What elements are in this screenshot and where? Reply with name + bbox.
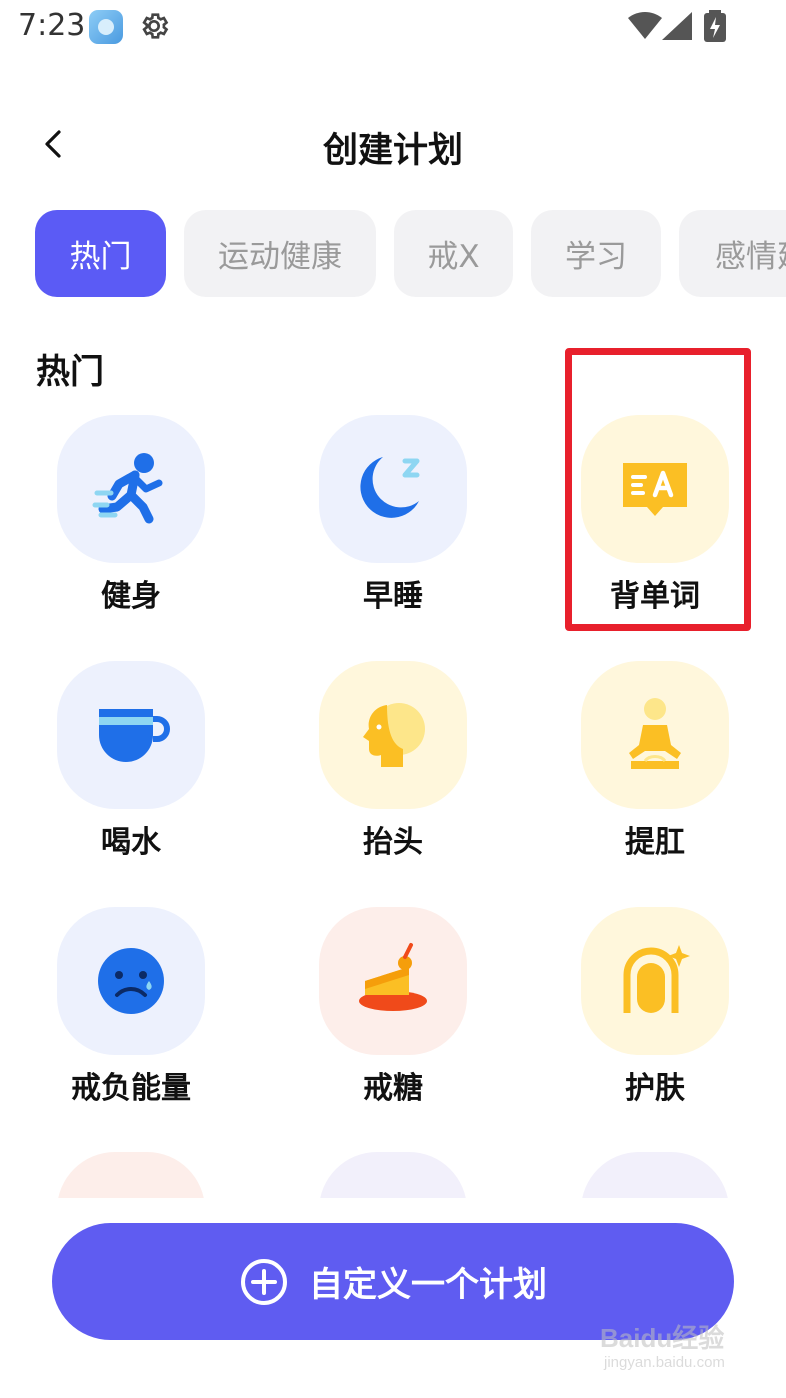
plan-label: 喝水 <box>101 825 161 860</box>
face-sparkle-icon <box>623 945 690 1013</box>
plan-icon-box <box>57 907 205 1055</box>
plan-icon-box <box>581 661 729 809</box>
watermark-brand: Baidu经验 <box>600 1323 725 1353</box>
cup-icon <box>99 709 170 762</box>
plan-icon-box[interactable] <box>57 1152 205 1198</box>
plan-label: 早睡 <box>363 579 423 614</box>
plan-item-fitness[interactable]: 健身 <box>26 415 236 615</box>
plan-item-sleep-early[interactable]: 早睡 <box>288 415 498 615</box>
plan-label: 戒负能量 <box>71 1071 191 1106</box>
plan-icon-box <box>319 415 467 563</box>
watermark-url: jingyan.baidu.com <box>604 1354 725 1371</box>
plan-label: 提肛 <box>625 825 685 860</box>
battery-charging-icon <box>704 10 726 42</box>
plan-label: 戒糖 <box>363 1071 423 1106</box>
tab-hot[interactable]: 热门 <box>35 210 166 297</box>
plan-item-drink-water[interactable]: 喝水 <box>26 661 236 861</box>
plan-icon-box <box>57 661 205 809</box>
tab-study[interactable]: 学习 <box>531 210 661 297</box>
app-icon <box>89 10 123 44</box>
plan-icon-box <box>319 661 467 809</box>
plan-icon-box[interactable] <box>319 1152 467 1198</box>
moon-sleep-icon <box>360 457 420 518</box>
status-bar: 7:23 <box>0 0 786 56</box>
running-person-icon <box>92 453 163 524</box>
section-title: 热门 <box>36 352 104 392</box>
plan-icon-box <box>57 415 205 563</box>
gear-icon <box>142 13 169 39</box>
category-tabs: 热门 运动健康 戒X 学习 感情建 <box>35 210 786 298</box>
meditation-icon <box>629 698 681 769</box>
plan-label: 抬头 <box>363 825 423 860</box>
plan-item-kegel[interactable]: 提肛 <box>550 661 760 861</box>
plus-circle-icon <box>241 1258 287 1305</box>
plan-item-skincare[interactable]: 护肤 <box>550 907 760 1107</box>
tab-sports-health[interactable]: 运动健康 <box>184 210 376 297</box>
cake-icon <box>359 943 427 1011</box>
status-time: 7:23 <box>18 8 86 43</box>
wifi-icon <box>628 12 662 39</box>
tab-relationship[interactable]: 感情建 <box>679 210 786 297</box>
plan-label: 健身 <box>101 579 161 614</box>
plan-icon-box <box>319 907 467 1055</box>
signal-icon <box>662 12 692 40</box>
head-profile-icon <box>363 703 425 767</box>
custom-plan-label: 自定义一个计划 <box>309 1265 547 1305</box>
plan-item-head-up[interactable]: 抬头 <box>288 661 498 861</box>
header: 创建计划 <box>0 110 786 180</box>
sad-face-icon <box>98 948 164 1014</box>
plan-item-quit-sugar[interactable]: 戒糖 <box>288 907 498 1107</box>
page-title: 创建计划 <box>322 131 463 171</box>
plan-icon-box <box>581 907 729 1055</box>
plan-label: 护肤 <box>625 1071 685 1106</box>
plan-item-quit-negativity[interactable]: 戒负能量 <box>26 907 236 1107</box>
plan-row-partial <box>0 1152 786 1198</box>
plan-icon-box[interactable] <box>581 1152 729 1198</box>
watermark: Baidu经验 jingyan.baidu.com <box>600 1318 750 1380</box>
highlight-frame <box>565 348 751 631</box>
tab-quit-x[interactable]: 戒X <box>394 210 513 297</box>
